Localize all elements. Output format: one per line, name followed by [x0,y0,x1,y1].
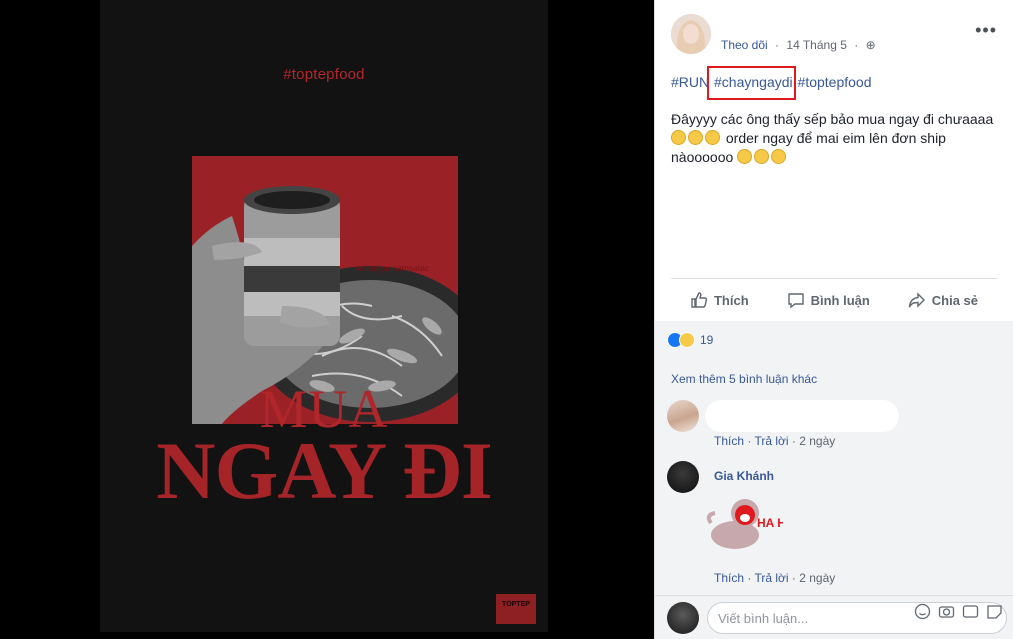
facebook-photo-viewer: #toptepfood #changangamsatac MUA NGAY ĐI… [0,0,1013,639]
poster-image[interactable]: #toptepfood #changangamsatac MUA NGAY ĐI… [100,0,548,632]
like-button[interactable]: Thích [690,286,749,314]
hashtag-link[interactable]: #toptepfood [798,74,872,90]
comment-label: Bình luận [810,292,870,308]
meta-separator: · [854,38,859,52]
comment-time[interactable]: 2 ngày [799,571,835,585]
divider [671,278,997,279]
comment-bubble [705,400,899,432]
hashtag-link[interactable]: #RUN [671,74,709,90]
thumbs-up-icon [691,292,708,308]
post-actions: Thích Bình luận Chia sẻ [671,286,997,314]
current-user-avatar [667,602,699,634]
poster-logo-text: TOPTEP [502,601,530,608]
comment-actions: Thích · Trả lời · 2 ngày [714,571,836,585]
reactions-bar: 19 [655,321,1013,361]
like-label: Thích [713,292,749,308]
post-text-segment: order ngay để mai eim lên đơn ship [725,130,946,146]
commenter-avatar[interactable] [667,400,699,432]
camera-icon[interactable] [938,603,955,620]
post-text-line: nàoooooo [671,148,1001,167]
photo-pane: #toptepfood #changangamsatac MUA NGAY ĐI… [0,0,654,639]
comment-composer: Viết bình luận... [655,595,1013,639]
comment-reply-link[interactable]: Trả lời [754,571,788,585]
grinning-emoji-icon [688,130,703,145]
sticker-text: HA HA [757,516,783,530]
post-meta: Theo dõi · 14 Tháng 5 · ⊕ [721,38,876,52]
share-label: Chia sẻ [931,292,979,308]
author-avatar[interactable] [671,14,711,54]
laughing-sticker: HA HA [706,499,783,549]
see-more-comments-link[interactable]: Xem thêm 5 bình luận khác [671,372,817,386]
hugging-emoji-icon [754,149,770,164]
poster-logo: TOPTEP [496,594,536,624]
comment-like-link[interactable]: Thích [714,434,744,448]
comments-section: Xem thêm 5 bình luận khác Thích · Trả lờ… [655,361,1013,595]
comment-reply-link[interactable]: Trả lời [754,434,788,448]
hugging-emoji-icon [737,149,753,164]
share-button[interactable]: Chia sẻ [908,286,978,314]
comment-like-link[interactable]: Thích [714,571,744,585]
globe-icon: ⊕ [865,38,876,52]
commenter-avatar[interactable] [667,461,699,493]
commenter-name[interactable]: Gia Khánh [714,469,774,483]
hugging-emoji-icon [771,149,787,164]
reaction-count: 19 [700,333,714,347]
post-date[interactable]: 14 Tháng 5 [786,38,847,52]
poster-word-ngay-di: NGAY ĐI [156,425,493,516]
poster-hashtag: #toptepfood [283,66,365,83]
highlight-annotation-box [707,66,796,100]
meta-separator: · [775,38,780,52]
haha-reaction-icon [679,332,695,348]
post-text-line: Đâyyyy các ông thấy sếp bảo mua ngay đi … [671,111,994,127]
reaction-summary[interactable]: 19 [667,332,713,348]
follow-link[interactable]: Theo dõi [721,38,768,52]
comment-icon [787,293,804,309]
post-text-line: order ngay để mai eim lên đơn ship [671,129,1001,148]
composer-icons [914,603,1003,620]
emoji-icon[interactable] [914,603,931,620]
grinning-emoji-icon [705,130,720,145]
author-avatar-art [671,14,711,54]
comment-actions: Thích · Trả lời · 2 ngày [714,434,836,448]
post-side-panel: Theo dõi · 14 Tháng 5 · ⊕ ••• #RUN #chay… [654,0,1013,639]
share-icon [908,292,925,308]
sticker-icon[interactable] [986,603,1003,620]
grinning-emoji-icon [671,130,686,145]
gif-icon[interactable] [962,603,979,620]
post-text-segment: nàoooooo [671,149,734,165]
comment-time[interactable]: 2 ngày [799,434,835,448]
more-options-icon[interactable]: ••• [975,20,997,41]
poster-inner-hashtag: #changangamsatac [355,263,430,273]
post-body: Đâyyyy các ông thấy sếp bảo mua ngay đi … [671,110,1001,167]
comment-button[interactable]: Bình luận [787,286,870,314]
post-header: Theo dõi · 14 Tháng 5 · ⊕ ••• [669,14,1003,58]
